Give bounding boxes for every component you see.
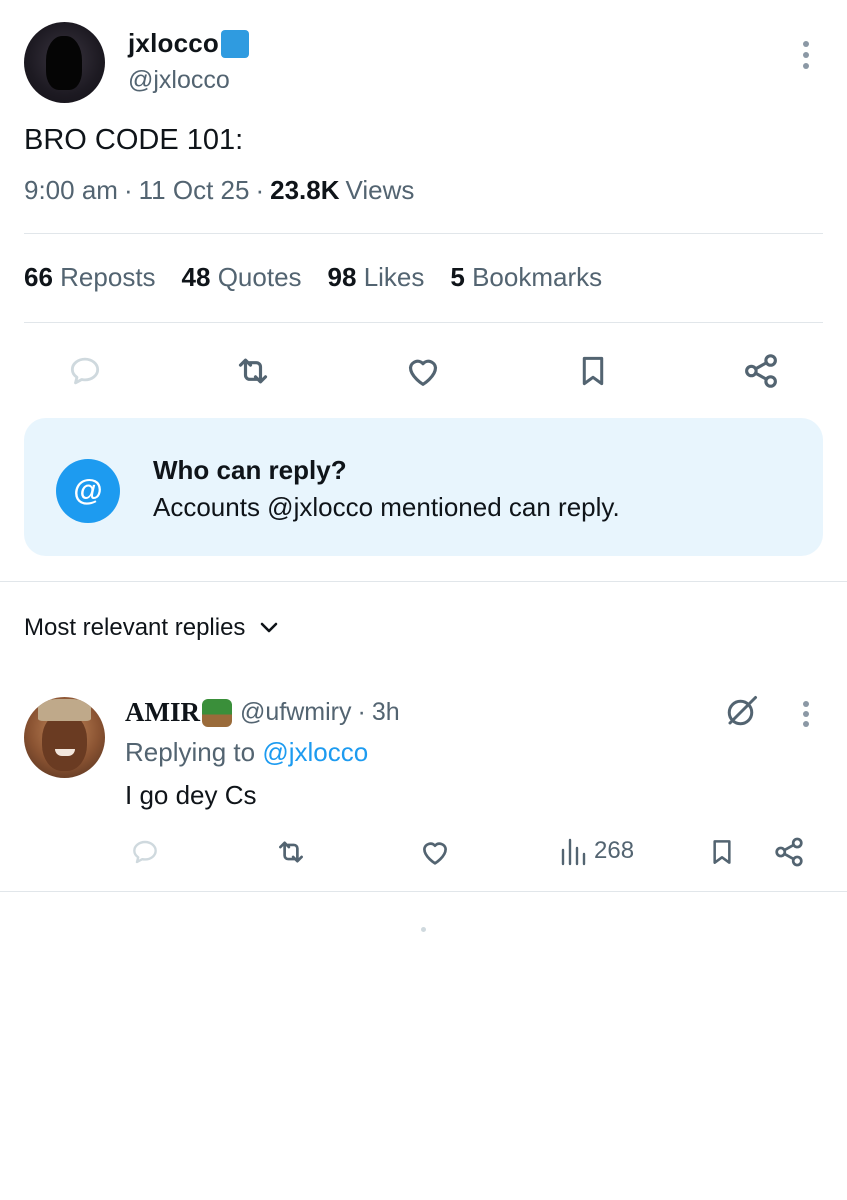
stat-quotes[interactable]: 48 Quotes — [182, 262, 302, 293]
more-icon[interactable] — [795, 698, 817, 730]
post-text: BRO CODE 101: — [24, 124, 244, 156]
notice-body: Accounts @jxlocco mentioned can reply. — [153, 492, 620, 522]
replying-to-line: Replying to @jxlocco — [125, 737, 368, 768]
author-display-name[interactable]: jxlocco — [128, 28, 219, 59]
reply-icon[interactable] — [62, 350, 108, 392]
meta-separator: · — [123, 175, 133, 205]
views-icon — [560, 836, 588, 866]
repost-icon[interactable] — [272, 834, 310, 870]
bookmark-icon[interactable] — [704, 834, 740, 870]
author-emoji: 🏄 — [221, 29, 249, 58]
stat-bookmarks[interactable]: 5 Bookmarks — [450, 262, 602, 293]
reply-separator: · — [357, 698, 366, 726]
meta-separator: · — [255, 175, 265, 205]
reply-name-emoji: 🌴 — [202, 698, 232, 727]
at-icon: @ — [56, 459, 120, 523]
divider — [24, 322, 823, 323]
avatar-cap — [38, 699, 91, 721]
like-icon[interactable] — [400, 350, 446, 392]
quotes-count: 48 — [181, 262, 211, 292]
views-stat[interactable]: 268 — [560, 836, 634, 866]
divider — [24, 233, 823, 234]
likes-count: 98 — [327, 262, 357, 292]
grok-icon[interactable] — [722, 691, 762, 731]
notice-title: Who can reply? — [153, 455, 347, 485]
reply-display-name[interactable]: AMIR — [125, 697, 200, 728]
replying-to-handle[interactable]: @jxlocco — [262, 737, 368, 767]
avatar-silhouette — [46, 36, 82, 90]
quotes-label: Quotes — [217, 262, 302, 292]
more-icon[interactable] — [792, 38, 820, 72]
reply-text: I go dey Cs — [125, 780, 257, 810]
post-date[interactable]: 11 Oct 25 — [139, 175, 250, 206]
bookmarks-count: 5 — [450, 262, 465, 292]
stat-reposts[interactable]: 66 Reposts — [24, 262, 156, 293]
reply-header: AMIR 🌴 @ufwmiry · 3h — [125, 697, 400, 728]
bookmark-icon[interactable] — [570, 350, 616, 392]
replying-to-prefix: Replying to — [125, 737, 256, 767]
bookmarks-label: Bookmarks — [472, 262, 603, 292]
post-meta: 9:00 am · 11 Oct 25 · 23.8K Views — [24, 175, 414, 206]
reply-handle[interactable]: @ufwmiry — [240, 698, 352, 727]
avatar-face — [42, 713, 87, 771]
reposts-count: 66 — [24, 262, 53, 292]
reply-views-count: 268 — [594, 837, 635, 864]
share-icon[interactable] — [770, 834, 808, 870]
reply-age[interactable]: 3h — [372, 698, 400, 727]
replies-sort-dropdown[interactable]: Most relevant replies — [24, 614, 279, 642]
reply-restriction-notice: @ Who can reply? Accounts @jxlocco menti… — [24, 418, 823, 556]
post-time[interactable]: 9:00 am — [24, 175, 118, 206]
views-count[interactable]: 23.8K — [270, 175, 339, 206]
reply-icon[interactable] — [126, 834, 164, 870]
author-name-row[interactable]: jxlocco 🏄 — [128, 28, 249, 59]
views-label: Views — [345, 175, 415, 205]
likes-label: Likes — [363, 262, 425, 292]
like-icon[interactable] — [416, 834, 454, 870]
repost-icon[interactable] — [230, 350, 276, 392]
reply-divider — [0, 891, 847, 892]
at-icon-glyph: @ — [73, 474, 103, 507]
section-divider — [0, 581, 847, 582]
reposts-label: Reposts — [60, 262, 156, 292]
stat-likes[interactable]: 98 Likes — [328, 262, 425, 293]
share-icon[interactable] — [738, 350, 784, 392]
author-handle[interactable]: @jxlocco — [128, 66, 230, 95]
replies-sort-label: Most relevant replies — [24, 614, 246, 641]
loading-indicator — [421, 927, 426, 932]
chevron-down-icon — [259, 621, 279, 635]
author-avatar[interactable] — [24, 22, 105, 103]
reply-avatar[interactable] — [24, 697, 105, 778]
stats-row: 66 Reposts 48 Quotes 98 Likes 5 Bookmark… — [24, 262, 602, 293]
